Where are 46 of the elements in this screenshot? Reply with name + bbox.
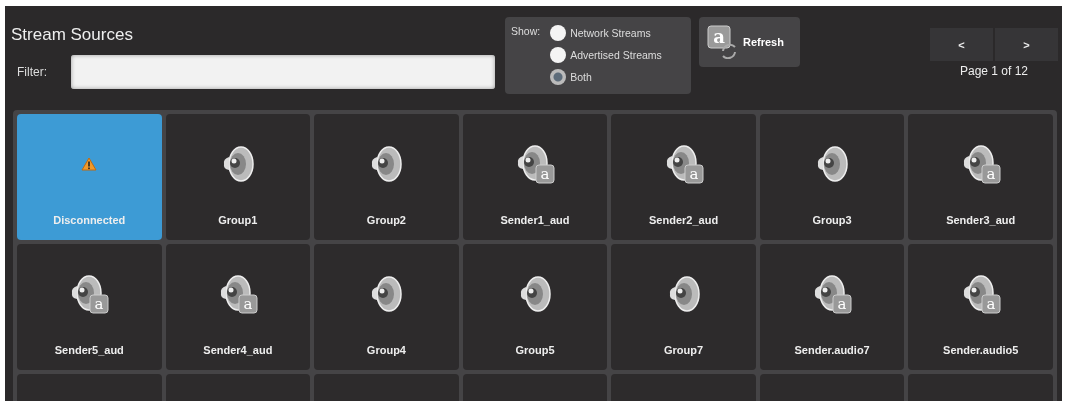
speaker-icon [518, 275, 552, 313]
source-tile[interactable]: a Sender4_aud [165, 244, 311, 370]
source-name: Sender4_aud [203, 344, 273, 356]
source-name: Sender5_aud [54, 344, 124, 356]
page-indicator: Page 1 of 12 [959, 64, 1029, 78]
source-tile[interactable]: Group2 [314, 114, 459, 240]
source-tile[interactable]: Group3 [759, 114, 905, 240]
source-name: Sender.audio5 [943, 344, 1019, 356]
radio-label[interactable]: Both [570, 71, 592, 83]
warning-icon [81, 157, 98, 171]
source-tile[interactable]: a Sender2_aud [611, 114, 756, 240]
radio-button[interactable] [550, 69, 567, 85]
source-name: Group4 [366, 344, 406, 356]
show-label: Show: [511, 25, 541, 39]
radio-label[interactable]: Advertised Streams [570, 49, 662, 61]
source-name: Disconnected [53, 214, 126, 226]
speaker-icon [369, 275, 404, 313]
source-name: Group1 [218, 214, 258, 226]
source-name: Sender2_aud [649, 214, 719, 226]
radio-label[interactable]: Network Streams [570, 27, 651, 39]
source-tile[interactable]: a Sender1_aud [462, 114, 608, 240]
source-tile[interactable]: Group4 [314, 244, 459, 370]
source-tile[interactable]: a Sender.audio5 [908, 244, 1053, 370]
refresh-button[interactable]: a Refresh [699, 17, 800, 67]
source-name: Group5 [515, 344, 555, 356]
radio-button[interactable] [550, 25, 567, 41]
source-tile[interactable]: a Sender5_aud [17, 244, 162, 370]
speaker-icon [815, 145, 850, 183]
source-name: Group3 [812, 214, 852, 226]
radio-button[interactable] [550, 47, 567, 63]
filter-label: Filter: [16, 65, 48, 79]
next-page-button[interactable]: > [995, 28, 1058, 61]
filter-field[interactable] [71, 55, 495, 89]
source-name: Group2 [366, 214, 406, 226]
source-tile[interactable]: a Sender3_aud [908, 114, 1053, 240]
source-tile[interactable]: Group7 [611, 244, 756, 370]
source-tile[interactable]: Group5 [462, 244, 608, 370]
previous-page-button[interactable]: < [930, 28, 993, 61]
speaker-icon [369, 145, 404, 183]
source-name: Sender3_aud [946, 214, 1016, 226]
source-name: Sender1_aud [500, 214, 570, 226]
source-tile[interactable]: a Sender.audio7 [759, 244, 905, 370]
panel-title: Stream Sources [11, 25, 134, 45]
source-name: Group7 [664, 344, 704, 356]
source-name: Sender.audio7 [794, 344, 870, 356]
source-tile[interactable]: Group1 [165, 114, 311, 240]
